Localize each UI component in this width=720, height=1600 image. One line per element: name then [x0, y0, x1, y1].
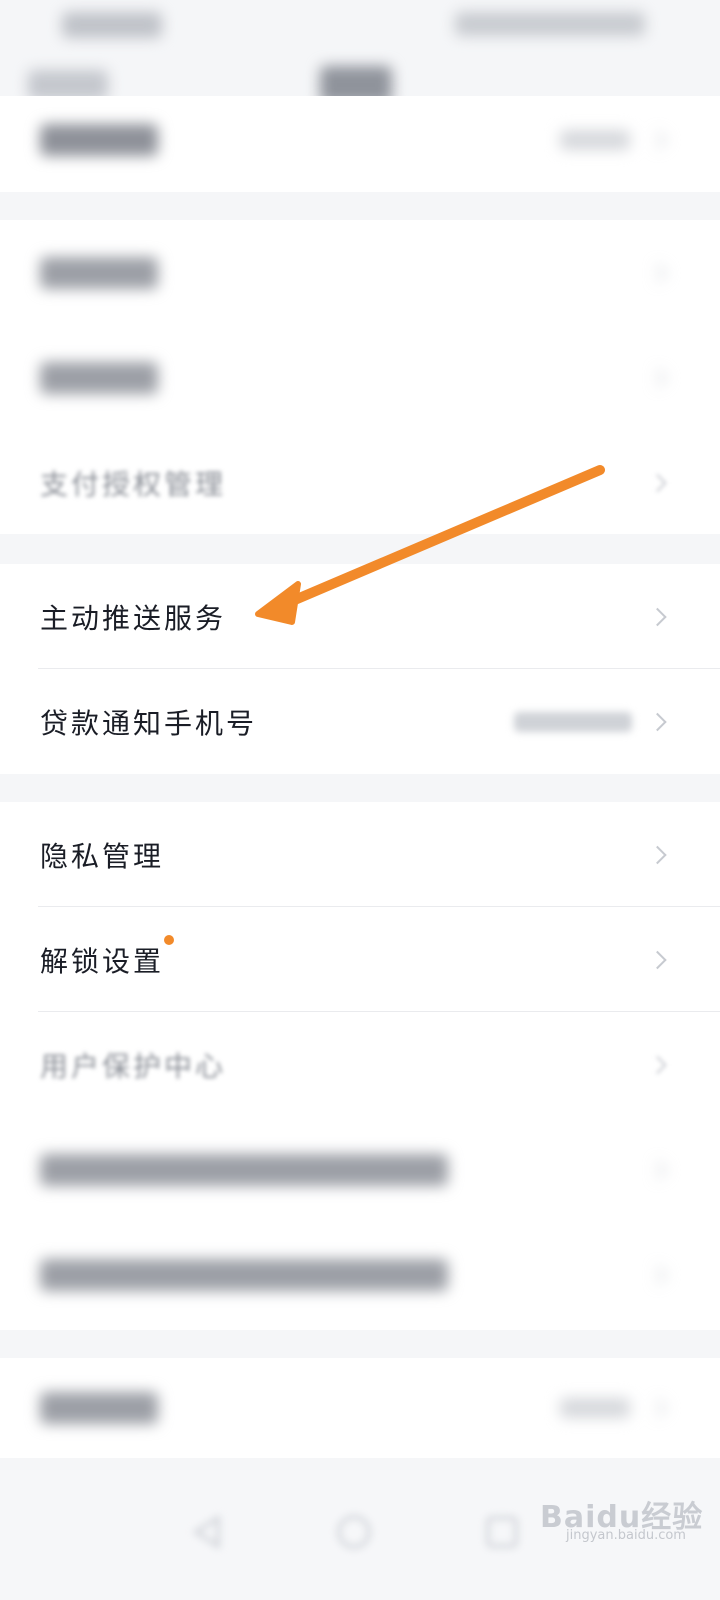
row-label [40, 124, 158, 156]
row-value [514, 711, 632, 732]
chevron-right-icon [648, 1398, 667, 1418]
settings-group-push: 主动推送服务 贷款通知手机号 [0, 564, 720, 774]
chevron-right-icon [648, 950, 667, 969]
chevron-right-icon [648, 1160, 667, 1179]
chevron-right-icon [648, 130, 667, 150]
settings-group-top [0, 96, 720, 192]
notification-dot [164, 935, 174, 945]
settings-group-bottom [0, 1358, 720, 1458]
chevron-right-icon [648, 1055, 667, 1074]
home-circle-icon[interactable] [332, 1510, 376, 1554]
back-triangle-icon[interactable] [186, 1510, 230, 1554]
row-label: 解锁设置 [40, 944, 165, 978]
chevron-right-icon [648, 712, 667, 731]
settings-row-payment-auth[interactable]: 支付授权管理 [0, 430, 720, 535]
settings-row[interactable] [0, 1222, 720, 1327]
row-label [40, 1258, 448, 1291]
settings-row-unlock[interactable]: 解锁设置 [0, 907, 720, 1012]
status-bar [0, 0, 720, 56]
row-label [40, 256, 158, 289]
settings-row-push-service[interactable]: 主动推送服务 [0, 564, 720, 669]
row-label: 主动推送服务 [40, 601, 227, 635]
settings-row-privacy[interactable]: 隐私管理 [0, 802, 720, 907]
row-label [40, 361, 158, 394]
signal-icon [62, 12, 162, 38]
battery-icon [455, 12, 645, 36]
row-value [560, 130, 630, 150]
settings-row[interactable] [0, 1358, 720, 1458]
settings-row[interactable] [0, 92, 720, 188]
settings-row[interactable] [0, 1117, 720, 1222]
row-label [40, 1153, 448, 1186]
row-label: 贷款通知手机号 [40, 706, 258, 740]
row-label [40, 1392, 158, 1424]
chevron-right-icon [648, 368, 667, 387]
chevron-right-icon [648, 845, 667, 864]
row-label: 支付授权管理 [40, 467, 227, 501]
watermark: Baidu经验 jingyan.baidu.com [540, 1492, 703, 1543]
settings-row[interactable] [0, 325, 720, 430]
recent-square-icon[interactable] [480, 1510, 524, 1554]
row-label: 用户保护中心 [40, 1049, 227, 1083]
row-label: 隐私管理 [40, 839, 165, 873]
settings-group-privacy: 隐私管理 解锁设置 用户保护中心 [0, 802, 720, 1330]
chevron-right-icon [648, 263, 667, 282]
settings-row-user-protection[interactable]: 用户保护中心 [0, 1012, 720, 1117]
settings-row-loan-phone[interactable]: 贷款通知手机号 [0, 669, 720, 774]
row-value [560, 1398, 630, 1418]
chevron-right-icon [648, 1265, 667, 1284]
settings-row[interactable] [0, 220, 720, 325]
settings-group-payment: 支付授权管理 [0, 220, 720, 534]
chevron-right-icon [648, 607, 667, 626]
chevron-right-icon [648, 473, 667, 492]
watermark-url: jingyan.baidu.com [566, 1528, 686, 1543]
